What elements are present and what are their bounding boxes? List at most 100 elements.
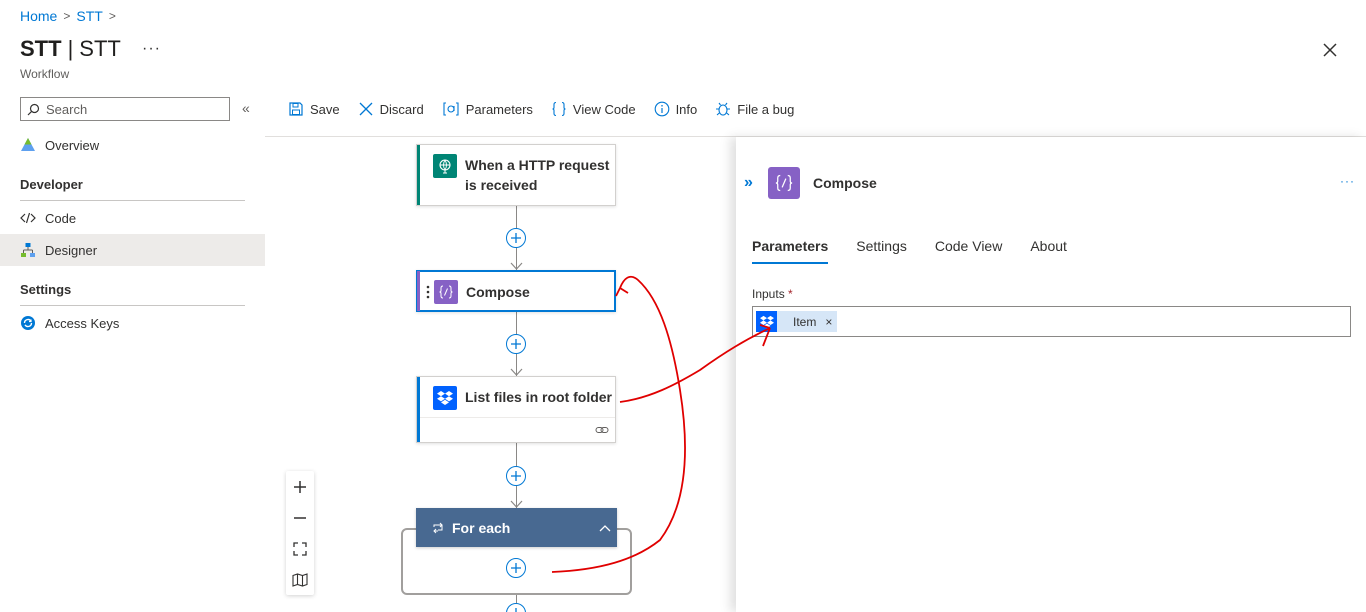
section-heading-settings: Settings [20,282,72,297]
arrow-down-icon [510,262,523,270]
dropbox-icon [433,386,457,410]
node-title: List files in root folder [465,389,613,405]
search-input[interactable] [46,101,216,117]
node-title-line: When a HTTP request [465,157,610,173]
workflow-node-list-files[interactable]: List files in root folder [416,376,616,443]
section-divider [20,200,245,201]
node-header: List files in root folder [417,377,612,410]
search-box[interactable] [20,97,230,121]
node-title-line: is received [465,177,538,193]
parameters-button[interactable]: Parameters [442,101,533,117]
page-title-bold: STT [20,36,62,61]
plus-icon [511,563,521,573]
discard-button[interactable]: Discard [358,101,424,117]
inputs-label-text: Inputs [752,287,785,301]
overview-icon [20,137,36,153]
discard-icon [359,102,373,116]
link-icon [595,427,609,433]
plus-icon [511,233,521,243]
token-remove-button[interactable]: × [825,315,832,329]
minus-icon [294,516,306,519]
node-title: For each [452,519,511,536]
sidebar-item-access-keys[interactable]: Access Keys [0,307,265,339]
panel-title: Compose [813,175,877,191]
workflow-node-for-each[interactable]: For each [416,508,617,547]
fit-view-button[interactable] [286,533,314,564]
panel-more-options-button[interactable]: ··· [1340,174,1355,188]
dynamic-content-token[interactable]: Item × [756,311,838,332]
plus-icon [294,480,306,493]
breadcrumb-separator: > [63,9,71,23]
compose-icon [434,280,458,304]
node-accent-stripe [417,377,420,442]
action-details-panel [736,137,1366,612]
sidebar-item-label: Access Keys [45,315,120,331]
bug-icon [716,102,731,116]
sidebar-item-code[interactable]: Code [0,202,265,234]
breadcrumb-separator: > [108,9,116,23]
plus-icon [511,339,521,349]
page-title-separator: | [67,36,74,61]
section-heading-developer: Developer [20,177,83,192]
breadcrumb-stt-link[interactable]: STT [76,8,102,24]
workflow-node-http-trigger[interactable]: When a HTTP request is received [416,144,616,206]
http-request-icon [433,154,457,178]
breadcrumb: Home > STT > [20,8,116,24]
sidebar-item-designer[interactable]: Designer [0,234,265,266]
sidebar-item-label: Code [45,210,77,226]
zoom-in-button[interactable] [286,471,314,502]
minimap-button[interactable] [286,564,314,595]
collapse-sidebar-button[interactable]: « [242,100,250,116]
zoom-out-button[interactable] [286,502,314,533]
fit-to-screen-icon [293,541,307,556]
token-label: Item [793,314,817,329]
plus-icon [511,471,521,481]
node-accent-stripe [417,271,420,311]
info-button[interactable]: Info [654,101,697,117]
insert-step-in-loop-button[interactable] [506,558,526,578]
chevron-up-icon[interactable] [599,524,611,532]
view-code-button[interactable]: View Code [551,101,636,117]
inputs-label: Inputs * [752,287,793,301]
required-marker: * [788,287,793,301]
workflow-node-compose[interactable]: Compose [416,270,616,312]
designer-icon [20,242,36,258]
save-label: Save [310,101,340,117]
breadcrumb-home-link[interactable]: Home [20,8,57,24]
insert-step-button[interactable] [506,228,526,248]
info-icon [654,101,669,117]
arrow-down-icon [510,368,523,376]
panel-tabs: Parameters Settings Code View About [752,238,1067,264]
tab-settings[interactable]: Settings [856,238,907,264]
compose-icon [768,167,800,199]
save-button[interactable]: Save [288,101,340,117]
insert-step-button[interactable] [506,466,526,486]
tab-parameters[interactable]: Parameters [752,238,829,264]
expand-panel-button[interactable]: » [744,174,753,192]
file-bug-label: File a bug [737,101,795,117]
file-bug-button[interactable]: File a bug [715,101,794,117]
close-icon [1323,43,1337,57]
toolbar: Save Discard Parameters View Code Info F… [288,98,794,120]
plus-icon [515,608,517,612]
close-button[interactable] [1320,40,1340,60]
view-code-label: View Code [572,101,636,117]
parameters-label: Parameters [465,101,533,117]
zoom-controls [286,471,314,595]
sidebar-item-overview[interactable]: Overview [0,129,265,161]
save-icon [289,102,303,116]
sidebar-item-label: Overview [45,137,100,153]
tab-about[interactable]: About [1030,238,1067,264]
access-keys-icon [20,315,36,331]
insert-step-button[interactable] [506,334,526,354]
dropbox-icon [756,311,777,332]
arrow-down-icon [510,500,523,508]
page-subtitle: Workflow [20,67,70,81]
discard-label: Discard [379,101,424,117]
drag-handle-icon[interactable] [426,285,430,299]
more-options-button[interactable]: ··· [142,40,161,58]
inputs-field[interactable] [752,306,1351,337]
node-title: When a HTTP request is received [465,155,609,195]
tab-code-view[interactable]: Code View [935,238,1002,264]
page-title: STT | STT [20,36,121,62]
